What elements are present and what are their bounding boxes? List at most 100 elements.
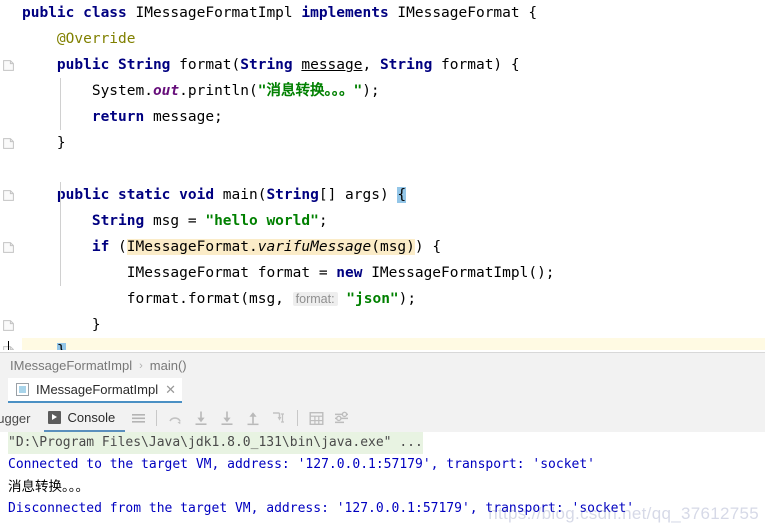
tab-imessageformatimpl[interactable]: IMessageFormatImpl ✕ — [8, 378, 182, 403]
force-step-into-icon[interactable] — [216, 408, 238, 428]
code-token: ); — [398, 291, 417, 307]
code-token: , — [362, 57, 380, 73]
code-token: new — [336, 265, 372, 281]
code-token: msg = — [152, 213, 206, 229]
console-icon — [48, 410, 62, 424]
console-toolbar: ougger Console — [0, 404, 765, 433]
step-out-icon[interactable] — [242, 408, 264, 428]
code-editor[interactable]: public class IMessageFormatImpl implemen… — [0, 0, 765, 350]
code-token: message — [301, 57, 363, 73]
code-line[interactable]: IMessageFormat format = new IMessageForm… — [22, 260, 765, 286]
code-token: String — [91, 213, 153, 229]
breadcrumb-item-method[interactable]: main() — [150, 358, 187, 373]
tab-label: IMessageFormatImpl — [36, 382, 159, 397]
java-class-file-icon — [16, 383, 29, 396]
code-fold-marker-icon[interactable] — [3, 320, 14, 331]
code-token: ; — [318, 213, 328, 229]
code-fold-marker-icon[interactable] — [3, 242, 14, 253]
console-line: 消息转换。。。 — [8, 476, 765, 498]
code-fold-marker-icon[interactable] — [3, 60, 14, 71]
code-token: if — [91, 239, 119, 255]
code-token: @Override — [56, 31, 136, 47]
code-token: implements — [301, 5, 398, 21]
code-token: IMessageFormat. — [126, 239, 258, 255]
toolbar-divider — [156, 410, 158, 426]
code-token: String — [379, 57, 442, 73]
code-token: { — [397, 187, 407, 203]
code-line[interactable]: if (IMessageFormat.varifuMessage(msg)) { — [22, 234, 765, 260]
code-line[interactable]: return message; — [22, 104, 765, 130]
console-output[interactable]: "D:\Program Files\Java\jdk1.8.0_131\bin\… — [0, 432, 765, 530]
code-line[interactable]: public class IMessageFormatImpl implemen… — [22, 0, 765, 26]
code-token: varifuMessage — [257, 239, 372, 255]
close-icon[interactable]: ✕ — [165, 383, 176, 396]
code-token: IMessageFormatImpl(); — [371, 265, 555, 281]
indent-guide — [60, 78, 61, 130]
code-token: [] args) — [318, 187, 398, 203]
ide-window: public class IMessageFormatImpl implemen… — [0, 0, 765, 530]
code-line[interactable]: System.out.println("消息转换。。。"); — [22, 78, 765, 104]
step-into-icon[interactable] — [190, 408, 212, 428]
code-token: "hello world" — [205, 213, 319, 229]
breadcrumb[interactable]: IMessageFormatImpl › main() — [0, 352, 765, 378]
console-line-text: "D:\Program Files\Java\jdk1.8.0_131\bin\… — [8, 432, 423, 454]
tab-console[interactable]: Console — [44, 405, 126, 432]
code-token: format( — [179, 57, 241, 73]
code-token: public — [22, 5, 84, 21]
breadcrumb-separator-icon: › — [139, 359, 143, 372]
menu-icon[interactable] — [127, 408, 149, 428]
code-token: String — [266, 187, 319, 203]
code-line[interactable]: public static void main(String[] args) { — [22, 182, 765, 208]
step-over-icon[interactable] — [164, 408, 186, 428]
debugger-tab-label[interactable]: ougger — [0, 411, 44, 426]
code-line[interactable]: String msg = "hello world"; — [22, 208, 765, 234]
code-line[interactable]: } — [22, 130, 765, 156]
console-line-text: 消息转换。。。 — [8, 479, 89, 495]
code-token: String — [240, 57, 302, 73]
code-token: format: — [292, 292, 338, 306]
console-line: Connected to the target VM, address: '12… — [8, 454, 765, 476]
console-line: "D:\Program Files\Java\jdk1.8.0_131\bin\… — [8, 432, 765, 454]
code-fold-marker-icon[interactable] — [3, 138, 14, 149]
code-line[interactable]: @Override — [22, 26, 765, 52]
code-fold-marker-icon[interactable] — [3, 190, 14, 201]
code-token: } — [56, 135, 66, 151]
code-token: public — [56, 57, 119, 73]
code-token: } — [56, 343, 66, 350]
indent-guide — [60, 182, 61, 286]
code-token: (msg) — [371, 239, 415, 255]
code-line[interactable] — [22, 156, 765, 182]
code-token: } — [91, 317, 101, 333]
editor-gutter[interactable] — [0, 0, 22, 350]
code-token: "消息转换。。。" — [257, 83, 363, 99]
toolbar-divider-2 — [297, 410, 299, 426]
code-token: String — [118, 57, 180, 73]
code-token: out — [152, 83, 180, 99]
code-line[interactable]: } — [8, 338, 765, 350]
code-line[interactable]: } — [22, 312, 765, 338]
code-area[interactable]: public class IMessageFormatImpl implemen… — [8, 0, 765, 350]
code-line[interactable]: public String format(String message, Str… — [22, 52, 765, 78]
code-token: class — [83, 5, 136, 21]
evaluate-expression-icon[interactable] — [305, 408, 327, 428]
console-line-text: Connected to the target VM, address: '12… — [8, 457, 595, 472]
run-to-cursor-icon[interactable] — [268, 408, 290, 428]
code-token: IMessageFormat { — [397, 5, 538, 21]
breadcrumb-item-class[interactable]: IMessageFormatImpl — [10, 358, 132, 373]
editor-tab-bar: IMessageFormatImpl ✕ — [0, 378, 765, 405]
code-token: "json" — [346, 291, 399, 307]
settings-icon[interactable] — [331, 408, 353, 428]
code-token: format) { — [441, 57, 520, 73]
code-token: static — [118, 187, 180, 203]
code-line[interactable]: format.format(msg, format: "json"); — [22, 286, 765, 312]
code-token: main( — [222, 187, 267, 203]
code-token: IMessageFormat format = — [126, 265, 337, 281]
code-token: format.format(msg, — [126, 291, 293, 307]
